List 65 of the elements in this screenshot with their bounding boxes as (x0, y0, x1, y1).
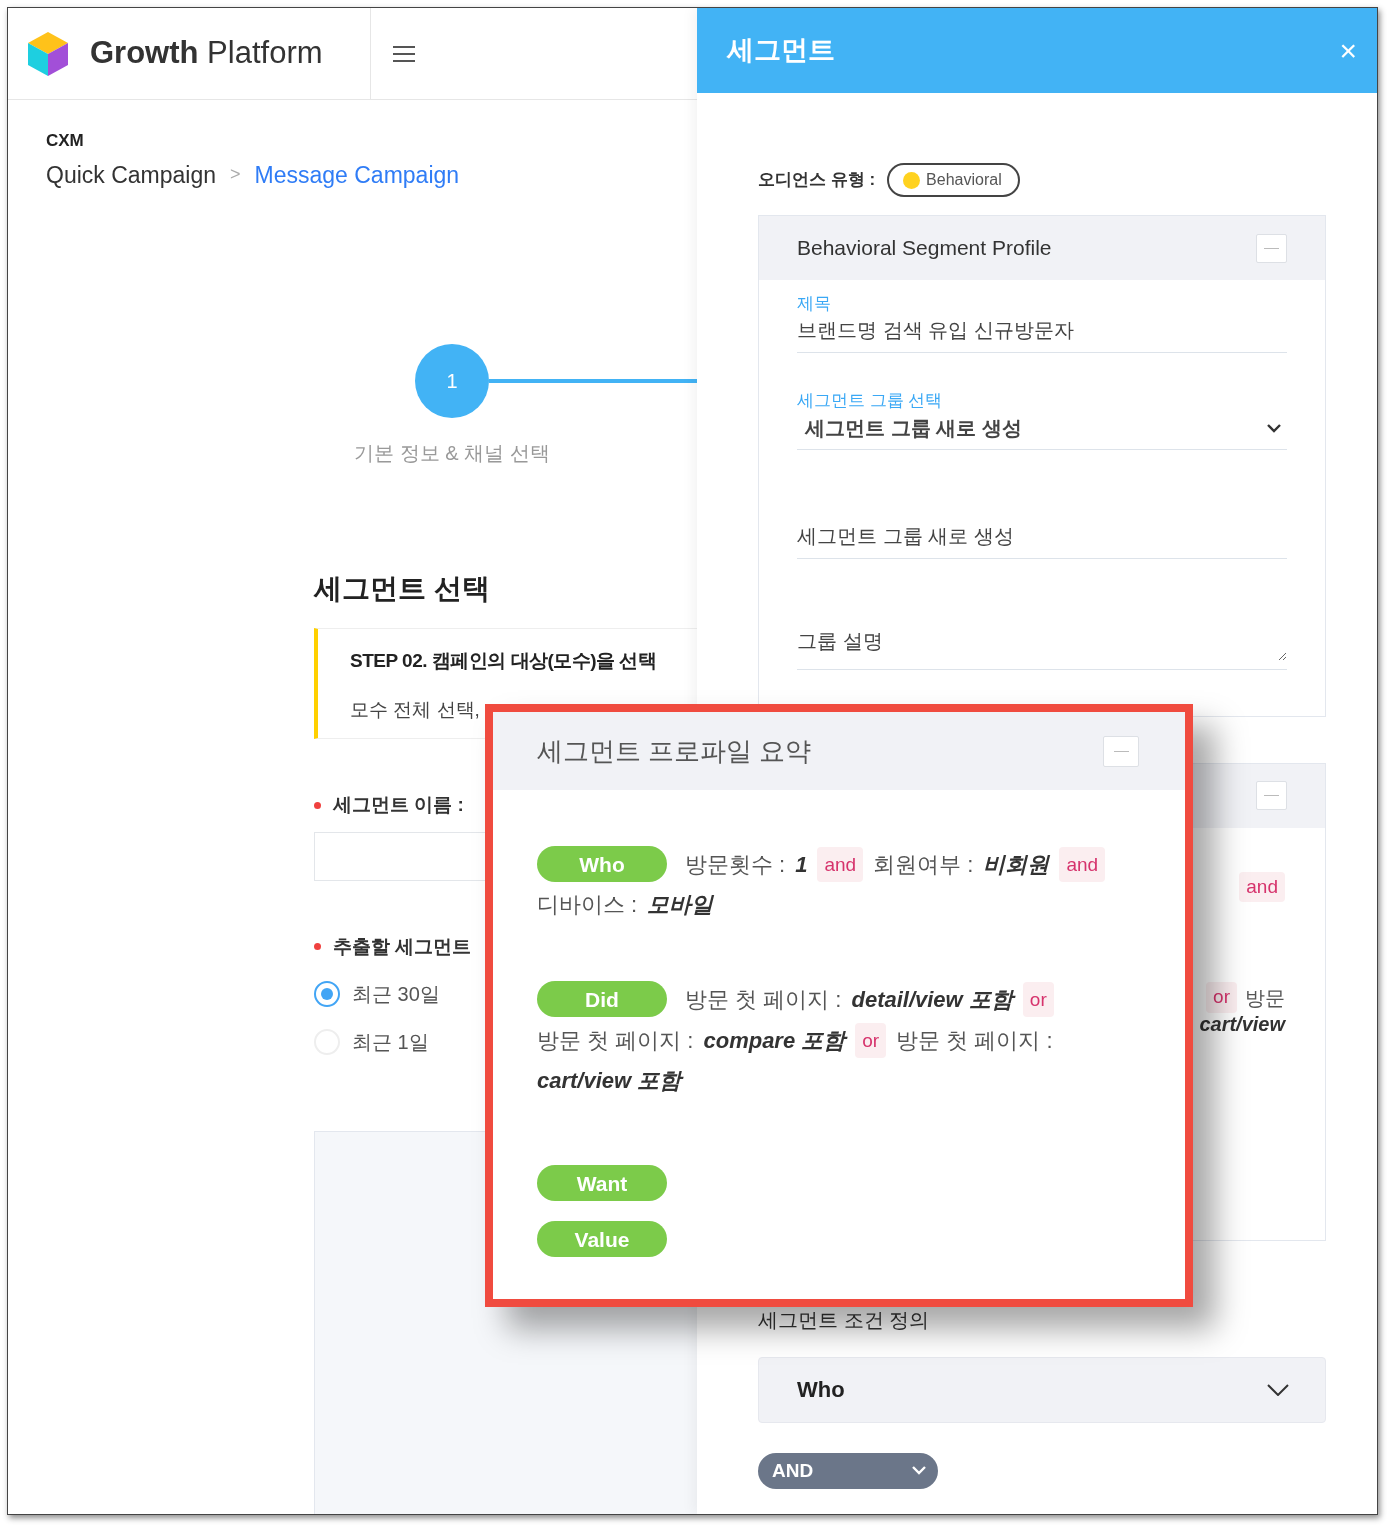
condition-value: compare 포함 (703, 1027, 846, 1055)
operator-tag: or (1206, 982, 1237, 1013)
operator-tag: or (855, 1023, 887, 1058)
audience-label: 오디언스 유형 : (758, 169, 876, 192)
condition-value: cart/view 포함 (537, 1067, 682, 1095)
category-tag: Did (537, 981, 667, 1017)
step-description: 모수 전체 선택, (350, 697, 481, 722)
step-title: STEP 02. 캠페인의 대상(모수)을 선택 (350, 649, 658, 673)
condition-label: 방문 첫 페이지 : (896, 1027, 1053, 1055)
logo-text: Growth Platform (90, 34, 323, 73)
select-value: AND (772, 1458, 814, 1483)
cube-logo-icon (28, 31, 68, 76)
step-label: 기본 정보 & 채널 선택 (353, 441, 551, 466)
chevron-down-icon (912, 1466, 926, 1476)
menu-icon[interactable] (393, 44, 415, 63)
radio-label: 최근 30일 (352, 982, 440, 1007)
field-label: 세그먼트 그룹 선택 (797, 391, 944, 412)
input-field[interactable]: 세그먼트 그룹 새로 생성 (797, 523, 1287, 549)
operator-tag: and (1239, 871, 1285, 903)
breadcrumb-separator: > (230, 163, 241, 187)
operator-tag: and (1059, 846, 1106, 882)
step-number: 1 (415, 344, 489, 418)
operator-select[interactable]: AND (758, 1452, 938, 1489)
collapse-button[interactable] (1256, 233, 1287, 263)
condition-value: cart/view (1199, 1011, 1285, 1037)
select-value: Who (797, 1376, 845, 1405)
breadcrumb-link[interactable]: Quick Campaign (46, 157, 217, 192)
condition-value: 모바일 (647, 891, 714, 919)
category-tag: Value (537, 1221, 667, 1257)
select-field[interactable]: 세그먼트 그룹 새로 생성 (797, 415, 1287, 441)
textarea-field[interactable]: 그룹 설명 (797, 628, 1287, 661)
card-title: Behavioral Segment Profile (797, 235, 1052, 262)
select-value: 세그먼트 그룹 새로 생성 (805, 415, 1022, 441)
input-field[interactable]: 브랜드명 검색 유입 신규방문자 (797, 318, 1287, 344)
chevron-down-icon (1267, 1383, 1289, 1396)
collapse-button[interactable] (1256, 781, 1287, 811)
section-title: 세그먼트 선택 (314, 572, 491, 606)
breadcrumb-link[interactable]: Message Campaign (254, 157, 460, 192)
collapse-button[interactable] (1103, 735, 1139, 767)
radio-label: 최근 1일 (352, 1030, 429, 1055)
condition-value: 비회원 (983, 850, 1050, 879)
condition-label: 방문 (1245, 985, 1285, 1011)
condition-label: 디바이스 : (537, 891, 638, 919)
required-dot-icon (314, 801, 321, 809)
condition-label: 방문 첫 페이지 : (685, 985, 842, 1014)
operator-tag: or (1022, 981, 1054, 1017)
drawer-title: 세그먼트 (727, 34, 835, 68)
category-tag: Want (537, 1165, 667, 1201)
chevron-down-icon (1267, 423, 1281, 433)
field-label: 세그먼트 이름 : (333, 793, 464, 817)
required-dot-icon (314, 943, 321, 951)
operator-tag: and (817, 846, 864, 882)
condition-value: 1 (795, 850, 808, 879)
condition-label: 회원여부 : (873, 850, 974, 879)
section-label: 세그먼트 조건 정의 (758, 1307, 931, 1333)
radio-button[interactable] (314, 981, 340, 1007)
field-label: 제목 (797, 294, 832, 315)
condition-label: 방문횟수 : (685, 850, 786, 879)
category-tag: Who (537, 846, 667, 882)
breadcrumb-section: CXM (46, 128, 697, 154)
condition-label: 방문 첫 페이지 : (537, 1027, 694, 1055)
select-field[interactable]: Who (758, 1356, 1326, 1423)
popup-title: 세그먼트 프로파일 요약 (537, 734, 812, 768)
audience-type-text: Behavioral (926, 170, 1002, 190)
field-label: 추출할 세그먼트 (333, 934, 472, 959)
